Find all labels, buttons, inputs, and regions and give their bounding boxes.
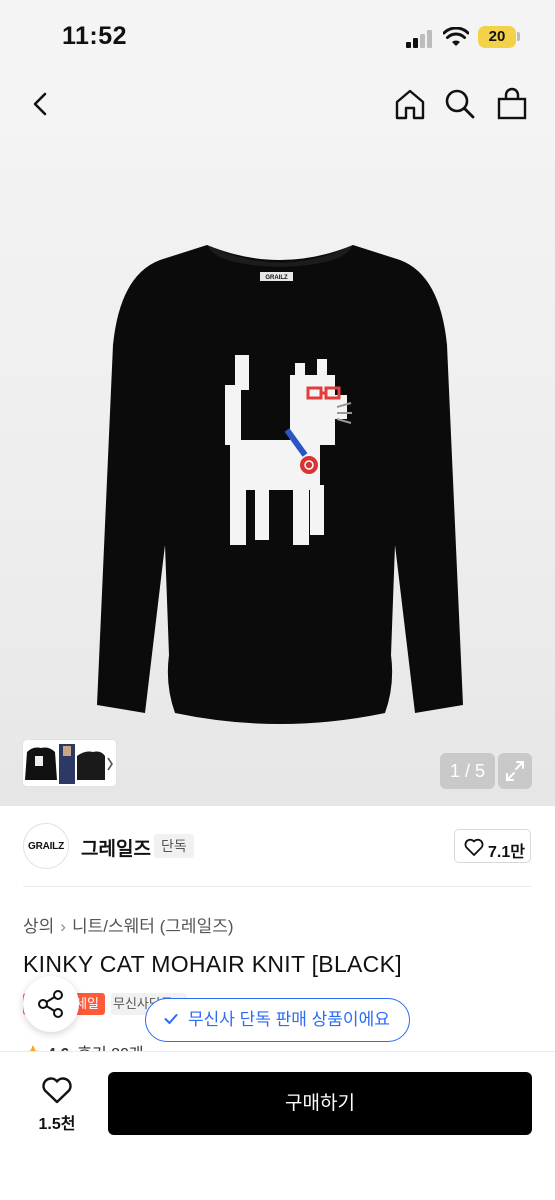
buy-button[interactable]: 구매하기 <box>108 1072 532 1135</box>
home-icon[interactable] <box>392 86 428 122</box>
signal-icon <box>406 30 434 48</box>
heart-icon <box>42 1077 72 1104</box>
thumbnail-strip[interactable] <box>22 739 117 787</box>
sweater-label: GRAILZ <box>265 275 288 281</box>
wishlist-count: 1.5천 <box>38 1116 76 1133</box>
back-icon[interactable] <box>24 86 60 122</box>
exclusive-tooltip: 무신사 단독 판매 상품이에요 <box>145 998 410 1042</box>
product-image: GRAILZ <box>97 245 463 724</box>
share-button[interactable] <box>23 976 79 1032</box>
wishlist-button[interactable]: 1.5천 <box>33 1074 81 1134</box>
breadcrumb-category[interactable]: 상의 <box>23 917 54 936</box>
chevron-right-icon: › <box>60 917 66 936</box>
brand-like-count: 7.1만 <box>488 844 525 861</box>
cart-icon[interactable] <box>494 86 530 122</box>
check-icon <box>164 1014 178 1024</box>
search-icon[interactable] <box>442 86 478 122</box>
battery-indicator: 20 <box>478 26 516 48</box>
product-image-gallery[interactable]: GRAILZ 1 / 5 <box>0 140 555 806</box>
brand-name[interactable]: 그레일즈 <box>81 834 151 861</box>
brand-exclusive-tag: 단독 <box>154 834 194 858</box>
thumbnail-images <box>25 744 113 784</box>
divider <box>23 886 532 887</box>
brand-logo[interactable]: GRAILZ <box>23 823 69 869</box>
status-bar: 11:52 20 <box>0 0 555 70</box>
top-nav <box>0 70 555 140</box>
wifi-icon <box>443 27 469 46</box>
expand-icon <box>506 761 524 781</box>
share-icon <box>38 990 63 1018</box>
breadcrumb-brand[interactable]: (그레일즈) <box>160 917 234 936</box>
battery-tip <box>517 32 520 41</box>
tooltip-text: 무신사 단독 판매 상품이에요 <box>188 1010 390 1029</box>
expand-button[interactable] <box>498 753 532 789</box>
heart-icon <box>464 838 484 856</box>
breadcrumb-subcategory[interactable]: 니트/스웨터 <box>72 917 155 936</box>
brand-like-button[interactable]: 7.1만 <box>454 829 531 863</box>
image-counter: 1 / 5 <box>440 753 495 789</box>
breadcrumb: 상의 › 니트/스웨터 (그레일즈) <box>23 912 234 937</box>
bottom-action-bar: 1.5천 구매하기 <box>0 1052 555 1200</box>
status-time: 11:52 <box>62 22 128 50</box>
product-title: KINKY CAT MOHAIR KNIT [BLACK] <box>23 951 402 977</box>
